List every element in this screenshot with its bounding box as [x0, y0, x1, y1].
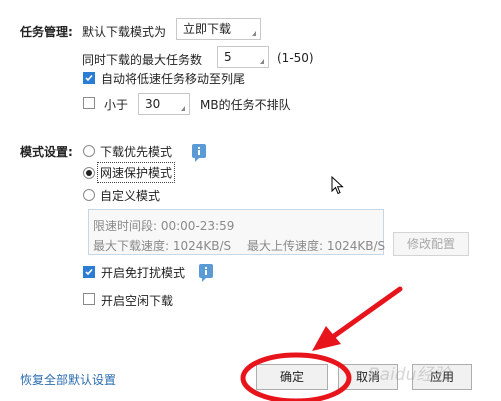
less-than-select[interactable]: 30 [138, 93, 190, 115]
radio-custom[interactable] [83, 189, 95, 201]
default-mode-select[interactable]: 立即下载 [176, 18, 261, 40]
info-icon[interactable] [199, 264, 213, 282]
radio-speed-protection[interactable] [83, 167, 95, 179]
idle-download-checkbox[interactable] [83, 293, 95, 305]
dropdown-caret-icon [252, 31, 256, 36]
speed-limit-info-box: 限速时间段: 00:00-23:59 最大下载速度: 1024KB/S 最大上传… [88, 209, 386, 255]
default-mode-value: 立即下载 [183, 22, 232, 36]
auto-move-checkbox[interactable] [83, 72, 95, 84]
mouse-cursor-icon [331, 176, 344, 195]
restore-defaults-link[interactable]: 恢复全部默认设置 [20, 371, 116, 388]
dropdown-caret-icon [260, 59, 264, 64]
task-management-label: 任务管理: [20, 25, 73, 39]
default-mode-label: 默认下载模式为 [82, 25, 167, 39]
annotation-arrow-head [312, 326, 341, 351]
max-upload-speed: 最大上传速度: 1024KB/S [247, 239, 386, 253]
ok-button[interactable]: 确定 [256, 364, 328, 390]
speed-limit-period: 限速时间段: 00:00-23:59 [93, 219, 235, 233]
no-disturb-checkbox[interactable] [83, 266, 95, 278]
checkmark-icon [85, 268, 93, 276]
no-disturb-label: 开启免打扰模式 [101, 266, 186, 280]
dropdown-caret-icon [181, 106, 185, 111]
option-label-speed-protection: 网速保护模式 [97, 162, 176, 183]
info-icon[interactable] [192, 144, 206, 162]
max-tasks-label: 同时下载的最大任务数 [82, 53, 203, 67]
max-tasks-value: 5 [224, 50, 232, 64]
less-than-label: 小于 [104, 98, 129, 112]
radio-download-priority[interactable] [83, 145, 95, 157]
option-label-custom: 自定义模式 [100, 189, 161, 203]
auto-move-label: 自动将低速任务移动至列尾 [101, 72, 246, 86]
mode-settings-label: 模式设置: [20, 145, 73, 159]
max-download-speed: 最大下载速度: 1024KB/S [93, 239, 232, 253]
less-than-value: 30 [145, 97, 161, 111]
checkmark-icon [85, 74, 93, 82]
idle-download-label: 开启空闲下载 [101, 294, 174, 308]
modify-config-button[interactable]: 修改配置 [393, 232, 469, 256]
watermark: Baidu经验 [368, 365, 451, 385]
annotation-arrow-shaft [331, 286, 403, 339]
less-than-checkbox[interactable] [83, 97, 95, 109]
max-tasks-range: (1-50) [277, 51, 314, 65]
less-than-suffix: MB的任务不排队 [200, 98, 291, 112]
max-tasks-select[interactable]: 5 [217, 46, 269, 68]
option-label-download-priority: 下载优先模式 [100, 145, 173, 159]
